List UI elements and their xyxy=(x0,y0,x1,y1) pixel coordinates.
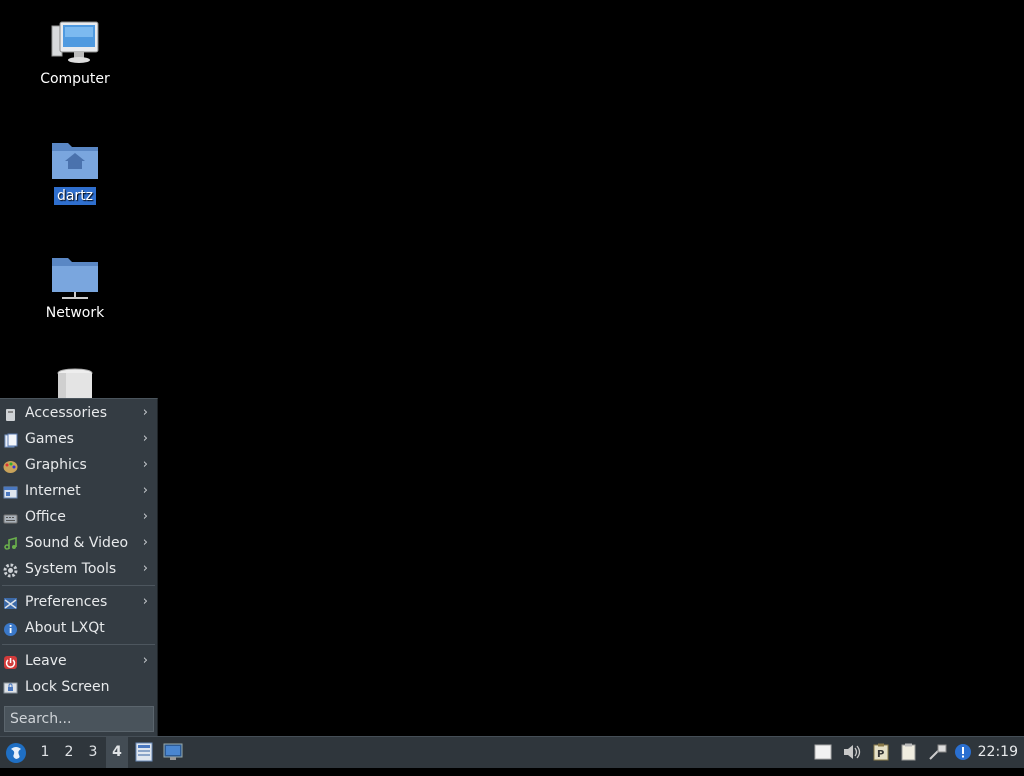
menu-item-sound-video[interactable]: Sound & Video › xyxy=(0,530,157,556)
update-notification-icon[interactable] xyxy=(954,743,972,761)
desktop-icon-label: dartz xyxy=(53,187,97,205)
chevron-right-icon: › xyxy=(142,535,148,550)
menu-item-about-lxqt[interactable]: About LXQt xyxy=(0,615,157,641)
clock[interactable]: 22:19 xyxy=(978,737,1018,768)
chevron-right-icon: › xyxy=(142,653,148,668)
menu-item-label: Sound & Video xyxy=(25,535,129,551)
taskbar: 1 2 3 4 P 22:19 xyxy=(0,736,1024,768)
desktop-switch-4[interactable]: 4 xyxy=(106,737,128,768)
chevron-right-icon: › xyxy=(142,431,148,446)
chevron-right-icon: › xyxy=(142,483,148,498)
menu-item-label: Games xyxy=(25,431,74,447)
desktop-icon-label: Computer xyxy=(40,71,110,87)
chevron-right-icon: › xyxy=(142,457,148,472)
svg-text:P: P xyxy=(877,749,884,760)
menu-item-label: About LXQt xyxy=(25,620,105,636)
desktop-switch-1[interactable]: 1 xyxy=(34,737,56,768)
home-folder-icon xyxy=(50,137,100,183)
menu-item-office[interactable]: Office › xyxy=(0,504,157,530)
system-tools-icon xyxy=(3,561,18,578)
menu-item-label: Accessories xyxy=(25,405,108,421)
desktop-icon-network[interactable]: Network xyxy=(25,254,125,322)
menu-item-label: Leave xyxy=(25,653,67,669)
menu-separator xyxy=(2,644,155,645)
desktop-icon-label: Network xyxy=(45,305,105,321)
main-menu-button[interactable] xyxy=(3,737,29,768)
menu-item-label: Lock Screen xyxy=(25,679,110,695)
preferences-icon xyxy=(3,594,18,609)
menu-item-leave[interactable]: Leave › xyxy=(0,648,157,674)
desktop-icon-computer[interactable]: Computer xyxy=(25,20,125,88)
sound-video-icon xyxy=(3,535,18,550)
quicklaunch-file-manager[interactable] xyxy=(133,737,155,768)
menu-item-label: System Tools xyxy=(25,561,117,577)
leave-icon xyxy=(3,653,18,669)
chevron-right-icon: › xyxy=(142,594,148,609)
menu-search-input[interactable]: Search... xyxy=(4,706,154,732)
desktop-switch-2[interactable]: 2 xyxy=(58,737,80,768)
menu-item-label: Preferences xyxy=(25,594,108,610)
games-icon xyxy=(3,431,18,448)
quicklaunch-show-desktop[interactable] xyxy=(161,737,185,768)
menu-item-accessories[interactable]: Accessories › xyxy=(0,400,157,426)
network-connection-icon[interactable] xyxy=(928,743,947,761)
accessories-icon xyxy=(3,405,18,421)
computer-icon xyxy=(50,20,100,66)
volume-icon[interactable] xyxy=(842,743,861,761)
show-desktop-icon xyxy=(163,743,183,760)
menu-item-preferences[interactable]: Preferences › xyxy=(0,589,157,615)
menu-item-internet[interactable]: Internet › xyxy=(0,478,157,504)
menu-item-label: Internet xyxy=(25,483,81,499)
internet-icon xyxy=(3,483,18,499)
graphics-icon xyxy=(3,457,18,473)
chevron-right-icon: › xyxy=(142,405,148,420)
notes-icon[interactable] xyxy=(814,743,832,761)
menu-item-label: Office xyxy=(25,509,66,525)
menu-item-lock-screen[interactable]: Lock Screen xyxy=(0,674,157,700)
desktop-switch-3[interactable]: 3 xyxy=(82,737,104,768)
menu-item-label: Graphics xyxy=(25,457,87,473)
application-menu: Accessories › Games › Graphics › Interne… xyxy=(0,398,158,736)
menu-item-graphics[interactable]: Graphics › xyxy=(0,452,157,478)
lxqt-logo-icon xyxy=(6,743,26,763)
clipboard-icon[interactable] xyxy=(900,743,918,761)
about-icon xyxy=(3,620,18,636)
menu-item-games[interactable]: Games › xyxy=(0,426,157,452)
network-folder-icon xyxy=(50,254,100,300)
lock-screen-icon xyxy=(3,679,18,694)
file-manager-icon xyxy=(135,742,153,762)
chevron-right-icon: › xyxy=(142,561,148,576)
desktop-icon-home[interactable]: dartz xyxy=(25,137,125,205)
office-icon xyxy=(3,509,18,524)
clipboard-parcellite-icon[interactable]: P xyxy=(872,743,890,761)
chevron-right-icon: › xyxy=(142,509,148,524)
menu-separator xyxy=(2,585,155,586)
menu-item-system-tools[interactable]: System Tools › xyxy=(0,556,157,582)
